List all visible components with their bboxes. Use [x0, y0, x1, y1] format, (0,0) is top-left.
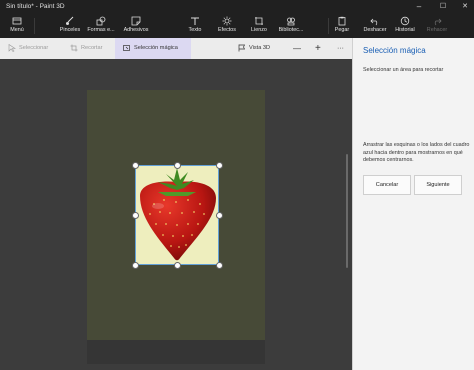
- resize-handle-top-right[interactable]: [216, 162, 223, 169]
- close-button[interactable]: ✕: [458, 1, 472, 13]
- menu-button[interactable]: Menú: [4, 16, 30, 36]
- history-label: Historial: [395, 27, 415, 33]
- zoom-out-button[interactable]: —: [293, 38, 301, 59]
- brushes-label: Pinceles: [59, 27, 81, 33]
- effects-button[interactable]: Efectos: [214, 16, 240, 36]
- stickers-button[interactable]: Adhesivos: [120, 16, 152, 36]
- text-icon: [191, 17, 199, 25]
- sticker-icon: [131, 16, 141, 26]
- effects-label: Efectos: [218, 27, 236, 33]
- crop-icon: [70, 44, 78, 52]
- vertical-scrollbar[interactable]: [346, 154, 348, 268]
- undo-icon: [370, 18, 378, 26]
- magic-select-icon: [123, 44, 130, 51]
- undo-label: Deshacer: [363, 27, 387, 33]
- artboard-shadow: [87, 340, 265, 364]
- brushes-button[interactable]: Pinceles: [56, 16, 84, 36]
- shapes-button[interactable]: Formas e...: [86, 16, 116, 36]
- panel-subtitle: Seleccionar un área para recortar: [363, 67, 444, 73]
- resize-handle-bottom[interactable]: [174, 262, 181, 269]
- zoom-in-button[interactable]: +: [315, 38, 321, 59]
- stickers-label: Adhesivos: [123, 27, 149, 33]
- selection-toolbar: Seleccionar Recortar Selección mágica Vi…: [0, 38, 352, 59]
- panel-title: Selección mágica: [363, 46, 426, 55]
- redo-label: Rehacer: [426, 27, 448, 33]
- library-label: Bibliotec...: [278, 27, 304, 33]
- library-button[interactable]: Bibliotec...: [276, 16, 306, 36]
- canvas-label: Lienzo: [251, 27, 267, 33]
- next-button[interactable]: Siguiente: [414, 175, 462, 195]
- panel-instructions: Arrastrar las esquinas o los lados del c…: [363, 142, 470, 163]
- magic-select-panel: Selección mágica Seleccionar un área par…: [352, 38, 474, 370]
- shapes-label: Formas e...: [87, 27, 115, 33]
- title-bar: Sin título* - Paint 3D – ☐ ✕: [0, 0, 474, 14]
- text-label: Texto: [188, 27, 202, 33]
- minimize-button[interactable]: –: [412, 1, 426, 13]
- ribbon-divider: [34, 18, 35, 34]
- canvas-workspace: [0, 59, 352, 370]
- history-button[interactable]: Historial: [392, 16, 418, 36]
- library-icon: [287, 17, 295, 26]
- undo-button[interactable]: Deshacer: [362, 16, 388, 36]
- cursor-icon: [8, 43, 16, 52]
- brush-icon: [66, 16, 74, 25]
- resize-handle-bottom-right[interactable]: [216, 262, 223, 269]
- view3d-button[interactable]: Vista 3D: [238, 38, 270, 59]
- magic-selection-box[interactable]: [132, 162, 223, 269]
- paste-label: Pegar: [334, 27, 350, 33]
- resize-handle-right[interactable]: [216, 212, 223, 219]
- select-label: Seleccionar: [19, 45, 49, 51]
- crop-label: Recortar: [81, 45, 103, 51]
- cancel-button[interactable]: Cancelar: [363, 175, 411, 195]
- text-button[interactable]: Texto: [184, 16, 206, 36]
- more-options-button[interactable]: ···: [337, 38, 344, 59]
- strawberry-image: [140, 168, 216, 261]
- ribbon-divider: [328, 18, 329, 34]
- redo-button[interactable]: Rehacer: [424, 16, 450, 36]
- view3d-label: Vista 3D: [249, 45, 271, 51]
- select-tool[interactable]: Seleccionar: [8, 38, 48, 59]
- canvas-button[interactable]: Lienzo: [246, 16, 272, 36]
- redo-icon: [434, 18, 442, 26]
- paint3d-window: Sin título* - Paint 3D – ☐ ✕ Menú Pincel…: [0, 0, 474, 370]
- menu-label: Menú: [10, 27, 24, 33]
- magic-select-label: Selección mágica: [134, 45, 178, 51]
- flag-icon: [238, 44, 246, 52]
- crop-tool[interactable]: Recortar: [70, 38, 102, 59]
- window-title: Sin título* - Paint 3D: [6, 3, 65, 10]
- clipboard-icon: [338, 16, 346, 26]
- folder-icon: [12, 17, 22, 25]
- history-icon: [400, 16, 410, 26]
- magic-select-tool[interactable]: Selección mágica: [115, 38, 191, 59]
- resize-handle-top-left[interactable]: [132, 162, 139, 169]
- resize-handle-left[interactable]: [132, 212, 139, 219]
- ribbon: Menú Pinceles Formas e... Adhesivos Text…: [0, 14, 474, 38]
- canvas-icon: [255, 17, 263, 25]
- paste-button[interactable]: Pegar: [332, 16, 352, 36]
- shapes-icon: [96, 16, 106, 26]
- resize-handle-bottom-left[interactable]: [132, 262, 139, 269]
- maximize-button[interactable]: ☐: [436, 1, 450, 13]
- resize-handle-top[interactable]: [174, 162, 181, 169]
- sun-icon: [222, 16, 232, 26]
